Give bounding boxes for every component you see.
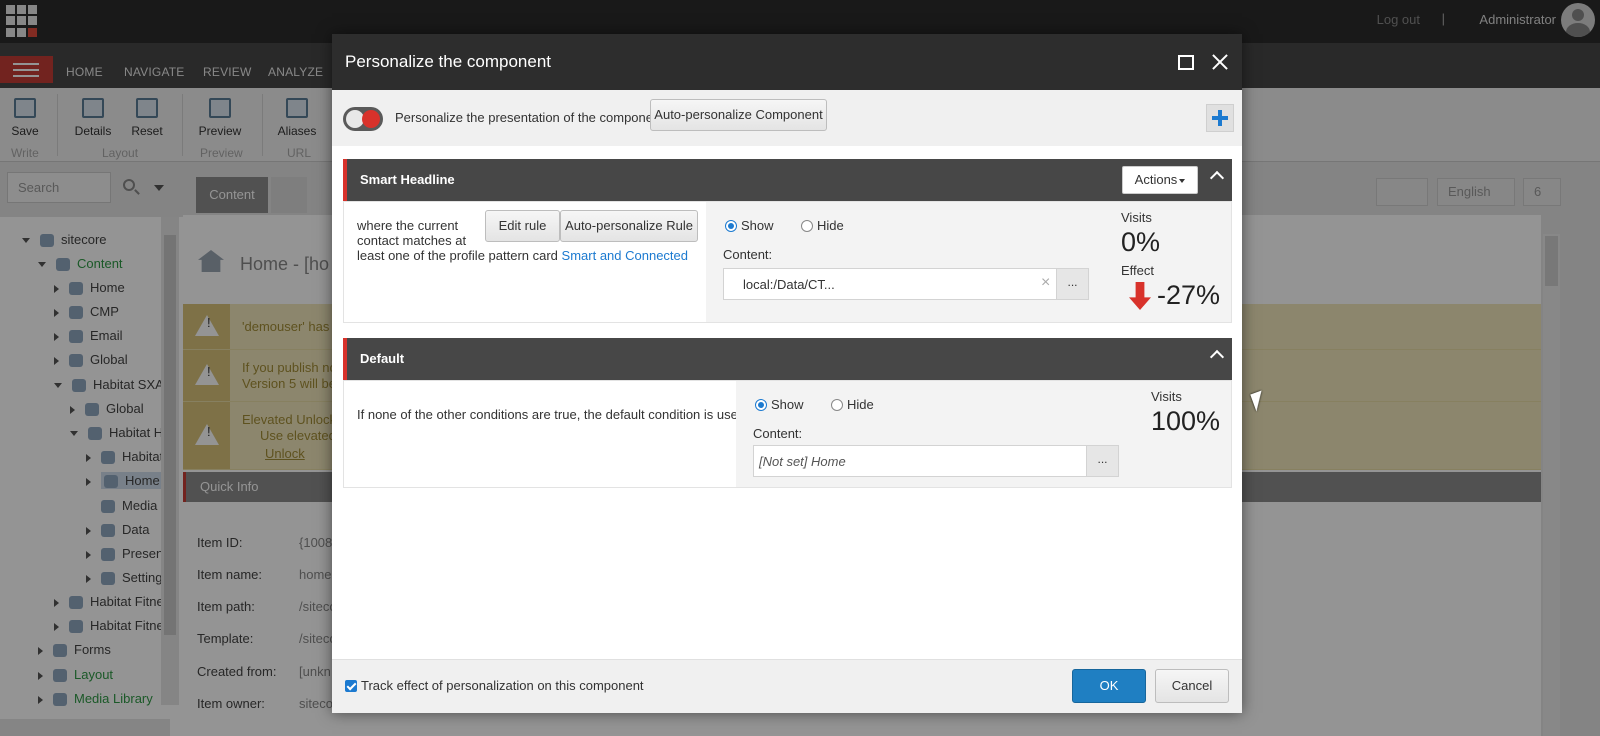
show-radio[interactable] [725,220,737,232]
rule-body-default: If none of the other conditions are true… [343,380,1232,488]
rule-title: Smart Headline [360,172,455,187]
visits-value: 0% [1121,227,1161,257]
visits-value: 100% [1151,406,1221,436]
hide-radio[interactable] [831,399,843,411]
condition-text: where the current [357,218,459,233]
dialog-footer: Track effect of personalization on this … [332,659,1242,713]
rule-settings: Show Hide Content: local:/Data/CT... × .… [706,202,1231,322]
chevron-up-icon[interactable] [1209,349,1225,365]
rule-body-smart-headline: where the current contact matches at lea… [343,201,1232,323]
close-icon[interactable] [1208,50,1232,74]
arrow-down-icon [1129,282,1151,310]
condition-text: least one of the profile pattern card Sm… [357,248,688,263]
condition-text: contact matches at [357,233,467,248]
rule-settings: Show Hide Content: [Not set] Home ... Vi… [736,381,1231,487]
dialog-title: Personalize the component [345,52,552,71]
show-radio[interactable] [755,399,767,411]
condition-text: If none of the other conditions are true… [357,407,749,422]
personalize-toggle[interactable] [343,107,383,131]
add-rule-icon[interactable] [1206,104,1234,132]
browse-button[interactable]: ... [1086,445,1119,477]
content-field[interactable]: [Not set] Home [753,445,1087,477]
maximize-icon[interactable] [1178,55,1194,70]
dialog-toolbar: Personalize the presentation of the comp… [332,90,1242,146]
rule-header-smart-headline[interactable]: Smart Headline Actions [343,159,1232,201]
effect-value: -27% [1157,280,1221,310]
caret-down-icon [1179,178,1186,183]
ok-button[interactable]: OK [1072,669,1146,703]
rule-header-default[interactable]: Default [343,338,1232,380]
auto-personalize-component-button[interactable]: Auto-personalize Component [650,99,827,131]
personalize-dialog: Personalize the component Personalize th… [332,34,1242,713]
edit-rule-button[interactable]: Edit rule [485,210,560,242]
clear-icon[interactable]: × [1041,274,1050,292]
condition-link[interactable]: Smart and Connected [562,248,688,263]
hide-radio[interactable] [801,220,813,232]
track-effect-label: Track effect of personalization on this … [361,678,644,693]
rule-title: Default [360,351,405,366]
chevron-up-icon[interactable] [1209,170,1225,186]
content-field[interactable]: local:/Data/CT... [723,268,1057,300]
browse-button[interactable]: ... [1056,268,1089,300]
auto-personalize-rule-button[interactable]: Auto-personalize Rule [560,210,698,242]
cancel-button[interactable]: Cancel [1155,669,1229,703]
toolbar-label: Personalize the presentation of the comp… [395,110,664,125]
actions-button[interactable]: Actions [1122,166,1198,194]
dialog-header: Personalize the component [332,34,1242,90]
track-effect-checkbox[interactable] [345,680,357,692]
